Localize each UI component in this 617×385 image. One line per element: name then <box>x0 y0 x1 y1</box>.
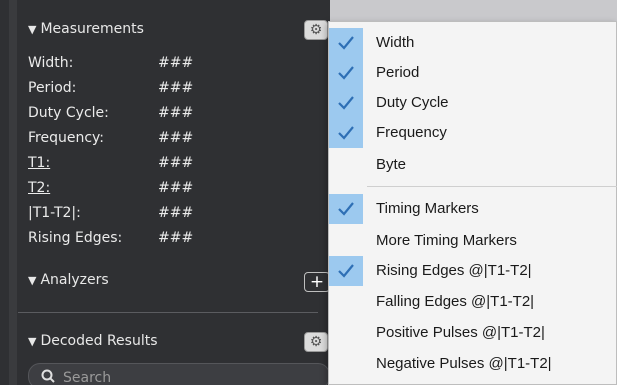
measurement-row-rising-edges: Rising Edges: ### <box>28 230 193 246</box>
menu-item-label: Period <box>376 64 420 81</box>
checkmark-cell <box>329 28 363 58</box>
decoded-results-header[interactable]: ▼ Decoded Results <box>28 333 158 349</box>
measurement-value: ### <box>158 205 194 221</box>
checkmark-icon <box>338 66 354 80</box>
analyzers-header[interactable]: ▼ Analyzers <box>28 272 109 288</box>
checkmark-icon <box>338 36 354 50</box>
checkmark-icon <box>338 126 354 140</box>
measurement-value: ### <box>158 155 194 171</box>
menu-separator <box>367 186 617 187</box>
gear-icon: ⚙ <box>309 334 323 350</box>
decoded-results-gear-button[interactable]: ⚙ <box>304 332 328 352</box>
menu-item-label: Width <box>376 34 415 51</box>
measurement-value: ### <box>158 105 194 121</box>
menu-item-more-timing-markers[interactable]: More Timing Markers <box>329 226 617 256</box>
menu-item-label: Byte <box>376 156 407 173</box>
menu-item-frequency[interactable]: Frequency <box>329 118 617 148</box>
add-analyzer-button[interactable]: + <box>304 272 330 292</box>
menu-item-period[interactable]: Period <box>329 58 617 88</box>
menu-item-label: Frequency <box>376 124 447 141</box>
checkmark-icon <box>338 202 354 216</box>
menu-item-byte[interactable]: Byte <box>329 150 617 180</box>
background-area <box>330 0 617 21</box>
menu-item-label: Rising Edges @|T1-T2| <box>376 262 532 279</box>
plus-icon: + <box>309 271 325 292</box>
measurement-row-t1-t2: |T1-T2|: ### <box>28 205 193 221</box>
measurement-label: |T1-T2|: <box>28 205 81 221</box>
section-divider <box>18 312 318 313</box>
measurements-header[interactable]: ▼ Measurements <box>28 21 144 37</box>
measurement-row-t2[interactable]: T2: ### <box>28 180 193 196</box>
measurement-label: Duty Cycle: <box>28 105 109 121</box>
menu-item-label: Timing Markers <box>376 200 479 217</box>
menu-item-negative-pulses[interactable]: Negative Pulses @|T1-T2| <box>329 349 617 379</box>
measurements-panel: ▼ Measurements ⚙ Width: ### Period: ### Dut… <box>0 0 330 385</box>
t1-link[interactable]: T1: <box>28 155 158 171</box>
checkmark-cell <box>329 118 363 148</box>
measurement-row-duty-cycle: Duty Cycle: ### <box>28 105 193 121</box>
measurements-title: Measurements <box>40 21 144 37</box>
measurements-menu: Width Period Duty Cycle Frequency Byte T… <box>328 21 617 385</box>
analyzers-title: Analyzers <box>40 272 109 288</box>
search-placeholder: Search <box>63 370 112 385</box>
collapse-triangle-icon: ▼ <box>28 274 37 287</box>
menu-item-timing-markers[interactable]: Timing Markers <box>329 194 617 224</box>
menu-item-label: Negative Pulses @|T1-T2| <box>376 355 552 372</box>
checkmark-cell <box>329 194 363 224</box>
measurements-gear-button[interactable]: ⚙ <box>304 20 328 40</box>
gear-icon: ⚙ <box>309 22 323 38</box>
decoded-results-title: Decoded Results <box>40 333 158 349</box>
menu-item-width[interactable]: Width <box>329 28 617 58</box>
menu-item-label: Falling Edges @|T1-T2| <box>376 293 535 310</box>
measurement-row-t1[interactable]: T1: ### <box>28 155 193 171</box>
menu-item-falling-edges[interactable]: Falling Edges @|T1-T2| <box>329 287 617 317</box>
menu-item-label: More Timing Markers <box>376 232 517 249</box>
checkmark-cell <box>329 58 363 88</box>
t2-link[interactable]: T2: <box>28 180 158 196</box>
measurement-value: ### <box>158 230 194 246</box>
menu-item-rising-edges[interactable]: Rising Edges @|T1-T2| <box>329 256 617 286</box>
measurement-value: ### <box>158 130 194 146</box>
search-input[interactable]: Search <box>28 363 330 385</box>
measurement-row-frequency: Frequency: ### <box>28 130 193 146</box>
search-icon <box>41 369 55 383</box>
menu-item-duty-cycle[interactable]: Duty Cycle <box>329 88 617 118</box>
measurement-value: ### <box>158 80 194 96</box>
collapse-triangle-icon: ▼ <box>28 23 37 36</box>
menu-item-label: Duty Cycle <box>376 94 449 111</box>
checkmark-icon <box>338 96 354 110</box>
collapse-triangle-icon: ▼ <box>28 335 37 348</box>
measurement-value: ### <box>158 180 194 196</box>
measurement-row-period: Period: ### <box>28 80 193 96</box>
measurement-row-width: Width: ### <box>28 55 193 71</box>
measurement-label: Frequency: <box>28 130 105 146</box>
menu-item-positive-pulses[interactable]: Positive Pulses @|T1-T2| <box>329 318 617 348</box>
checkmark-cell <box>329 256 363 286</box>
checkmark-cell <box>329 88 363 118</box>
menu-item-label: Positive Pulses @|T1-T2| <box>376 324 545 341</box>
panel-left-border <box>9 0 17 385</box>
measurement-value: ### <box>158 55 194 71</box>
measurement-label: Rising Edges: <box>28 230 123 246</box>
measurement-label: Period: <box>28 80 77 96</box>
checkmark-icon <box>338 264 354 278</box>
measurement-label: Width: <box>28 55 74 71</box>
